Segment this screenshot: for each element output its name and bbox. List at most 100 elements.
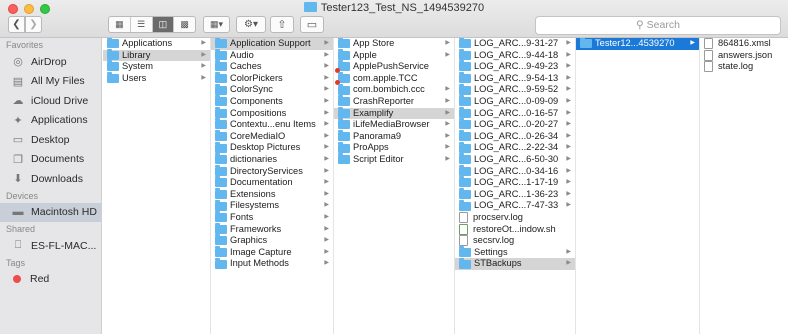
folder-row[interactable]: LOG_ARC...9-59-52 ▶ (455, 83, 575, 96)
sidebar-item-icloud-drive[interactable]: ☁ iCloud Drive (0, 91, 101, 111)
file-row[interactable]: restoreOt...indow.sh (455, 224, 575, 236)
folder-row[interactable]: LOG_ARC...9-31-27 ▶ (455, 38, 575, 50)
folder-icon (215, 141, 227, 153)
folder-row[interactable]: Contextu...enu Items ▶ (211, 118, 333, 131)
icon-view-button[interactable]: ▦ (109, 17, 131, 32)
column-tester-folder[interactable]: 864816.xmsl answers.json state.log (700, 38, 788, 334)
folder-row[interactable]: LOG_ARC...0-09-09 ▶ (455, 95, 575, 108)
column-examplify[interactable]: LOG_ARC...9-31-27 ▶ LOG_ARC...9-44-18 ▶ LOG_… (455, 38, 576, 334)
folder-row[interactable]: ProApps ▶ (334, 141, 454, 154)
folder-row[interactable]: LOG_ARC...0-26-34 ▶ (455, 130, 575, 143)
disclosure-arrow-icon: ▶ (324, 248, 329, 255)
column-root[interactable]: Applications ▶ Library ▶ System ▶ Users ▶ (103, 38, 211, 334)
sidebar-item-red[interactable]: Red (0, 270, 101, 290)
folder-row[interactable]: com.apple.TCC (334, 72, 454, 86)
column-application-support[interactable]: App Store ▶ Apple ▶ ApplePushService com.appl… (334, 38, 455, 334)
folder-row[interactable]: Input Methods ▶ (211, 257, 333, 270)
folder-row[interactable]: Fonts ▶ (211, 211, 333, 224)
folder-row[interactable]: Examplify ▶ (334, 106, 454, 120)
folder-row[interactable]: Components ▶ (211, 95, 333, 108)
folder-row[interactable]: Frameworks ▶ (211, 222, 333, 236)
folder-row[interactable]: LOG_ARC...9-44-18 ▶ (455, 48, 575, 62)
folder-row[interactable]: STBackups ▶ (455, 257, 575, 270)
folder-row[interactable]: App Store ▶ (334, 38, 454, 50)
folder-row[interactable]: Applications ▶ (103, 38, 210, 50)
folder-row[interactable]: Audio ▶ (211, 48, 333, 62)
disclosure-arrow-icon: ▶ (445, 132, 450, 139)
folder-row[interactable]: Panorama9 ▶ (334, 130, 454, 143)
folder-row[interactable]: LOG_ARC...2-22-34 ▶ (455, 141, 575, 154)
list-view-button[interactable]: ☰ (131, 17, 153, 32)
applications-icon: ✦ (13, 114, 23, 127)
folder-row[interactable]: com.bombich.ccc ▶ (334, 83, 454, 96)
search-placeholder: Search (646, 19, 680, 31)
item-name: Input Methods (230, 258, 289, 269)
folder-row[interactable]: LOG_ARC...9-49-23 ▶ (455, 60, 575, 73)
tag-button[interactable]: ▭ (300, 16, 324, 33)
folder-row[interactable]: ColorPickers ▶ (211, 72, 333, 85)
folder-row[interactable]: LOG_ARC...0-20-27 ▶ (455, 118, 575, 131)
sidebar-item-es-fl-mac[interactable]: ⎕ ES-FL-MAC... (0, 236, 101, 256)
column-stbackups[interactable]: Tester12...4539270 ▶ (576, 38, 700, 334)
folder-row[interactable]: Image Capture ▶ (211, 245, 333, 259)
column-library[interactable]: Application Support ▶ Audio ▶ Caches ▶ ColorPi… (211, 38, 334, 334)
file-row[interactable]: 864816.xmsl (700, 38, 788, 50)
folder-row[interactable]: DirectoryServices ▶ (211, 164, 333, 178)
folder-row[interactable]: LOG_ARC...7-47-33 ▶ (455, 199, 575, 212)
search-input[interactable]: ⚲ Search (535, 16, 781, 35)
folder-row[interactable]: LOG_ARC...6-50-30 ▶ (455, 153, 575, 166)
folder-row[interactable]: LOG_ARC...1-17-19 ▶ (455, 176, 575, 189)
folder-row[interactable]: Compositions ▶ (211, 106, 333, 120)
disclosure-arrow-icon: ▶ (566, 155, 571, 162)
file-row[interactable]: secsrv.log (455, 235, 575, 247)
sidebar-item-all-my-files[interactable]: ▤ All My Files (0, 72, 101, 92)
folder-row[interactable]: Tester12...4539270 ▶ (576, 38, 699, 50)
folder-row[interactable]: CoreMediaIO ▶ (211, 130, 333, 143)
folder-row[interactable]: Library ▶ (103, 48, 210, 62)
folder-row[interactable]: Documentation ▶ (211, 176, 333, 189)
folder-row[interactable]: Settings ▶ (455, 245, 575, 259)
folder-row[interactable]: LOG_ARC...9-54-13 ▶ (455, 72, 575, 85)
folder-row[interactable]: CrashReporter ▶ (334, 95, 454, 108)
folder-row[interactable]: Apple ▶ (334, 48, 454, 62)
action-button[interactable]: ⚙▾ (236, 16, 266, 33)
folder-row[interactable]: Extensions ▶ (211, 188, 333, 201)
folder-row[interactable]: Application Support ▶ (211, 38, 333, 50)
folder-row[interactable]: ApplePushService (334, 60, 454, 74)
folder-row[interactable]: LOG_ARC...0-16-57 ▶ (455, 106, 575, 120)
arrange-button[interactable]: ▦▾ (203, 16, 230, 33)
sidebar-item-airdrop[interactable]: ◎ AirDrop (0, 52, 101, 72)
folder-row[interactable]: Script Editor ▶ (334, 153, 454, 166)
sidebar-item-applications[interactable]: ✦ Applications (0, 111, 101, 131)
folder-row[interactable]: Graphics ▶ (211, 234, 333, 247)
folder-row[interactable]: Users ▶ (103, 72, 210, 85)
sidebar-item-downloads[interactable]: ⬇ Downloads (0, 169, 101, 189)
file-row[interactable]: answers.json (700, 50, 788, 62)
folder-row[interactable]: iLifeMediaBrowser ▶ (334, 118, 454, 131)
folder-row[interactable]: Caches ▶ (211, 60, 333, 73)
forward-button[interactable]: ❯ (25, 16, 42, 33)
item-name: ProApps (353, 142, 389, 153)
folder-row[interactable]: Desktop Pictures ▶ (211, 141, 333, 154)
sidebar-section-title: Shared (6, 224, 36, 234)
file-row[interactable]: state.log (700, 61, 788, 73)
sidebar-item-macintosh-hd[interactable]: ▬ Macintosh HD (0, 202, 101, 222)
folder-row[interactable]: LOG_ARC...0-34-16 ▶ (455, 164, 575, 178)
folder-row[interactable]: dictionaries ▶ (211, 153, 333, 166)
share-icon: ⇧ (277, 19, 287, 31)
folder-row[interactable]: Filesystems ▶ (211, 199, 333, 212)
share-button[interactable]: ⇧ (270, 16, 294, 33)
gallery-view-button[interactable]: ▩ (174, 17, 195, 32)
sidebar-item-desktop[interactable]: ▭ Desktop (0, 130, 101, 150)
disclosure-arrow-icon: ▶ (690, 40, 695, 46)
folder-row[interactable]: System ▶ (103, 60, 210, 73)
folder-row[interactable]: LOG_ARC...1-36-23 ▶ (455, 188, 575, 201)
folder-icon (215, 188, 227, 200)
sidebar-item-documents[interactable]: ❐ Documents (0, 150, 101, 170)
column-view-button[interactable]: ◫ (152, 17, 175, 32)
file-row[interactable]: procserv.log (455, 212, 575, 224)
folder-row[interactable]: ColorSync ▶ (211, 83, 333, 96)
folder-icon (107, 38, 119, 49)
back-button[interactable]: ❮ (8, 16, 25, 33)
window-toolbar: Tester123_Test_NS_1494539270 ❮ ❯ ▦ ☰ ◫ ▩… (0, 0, 788, 38)
